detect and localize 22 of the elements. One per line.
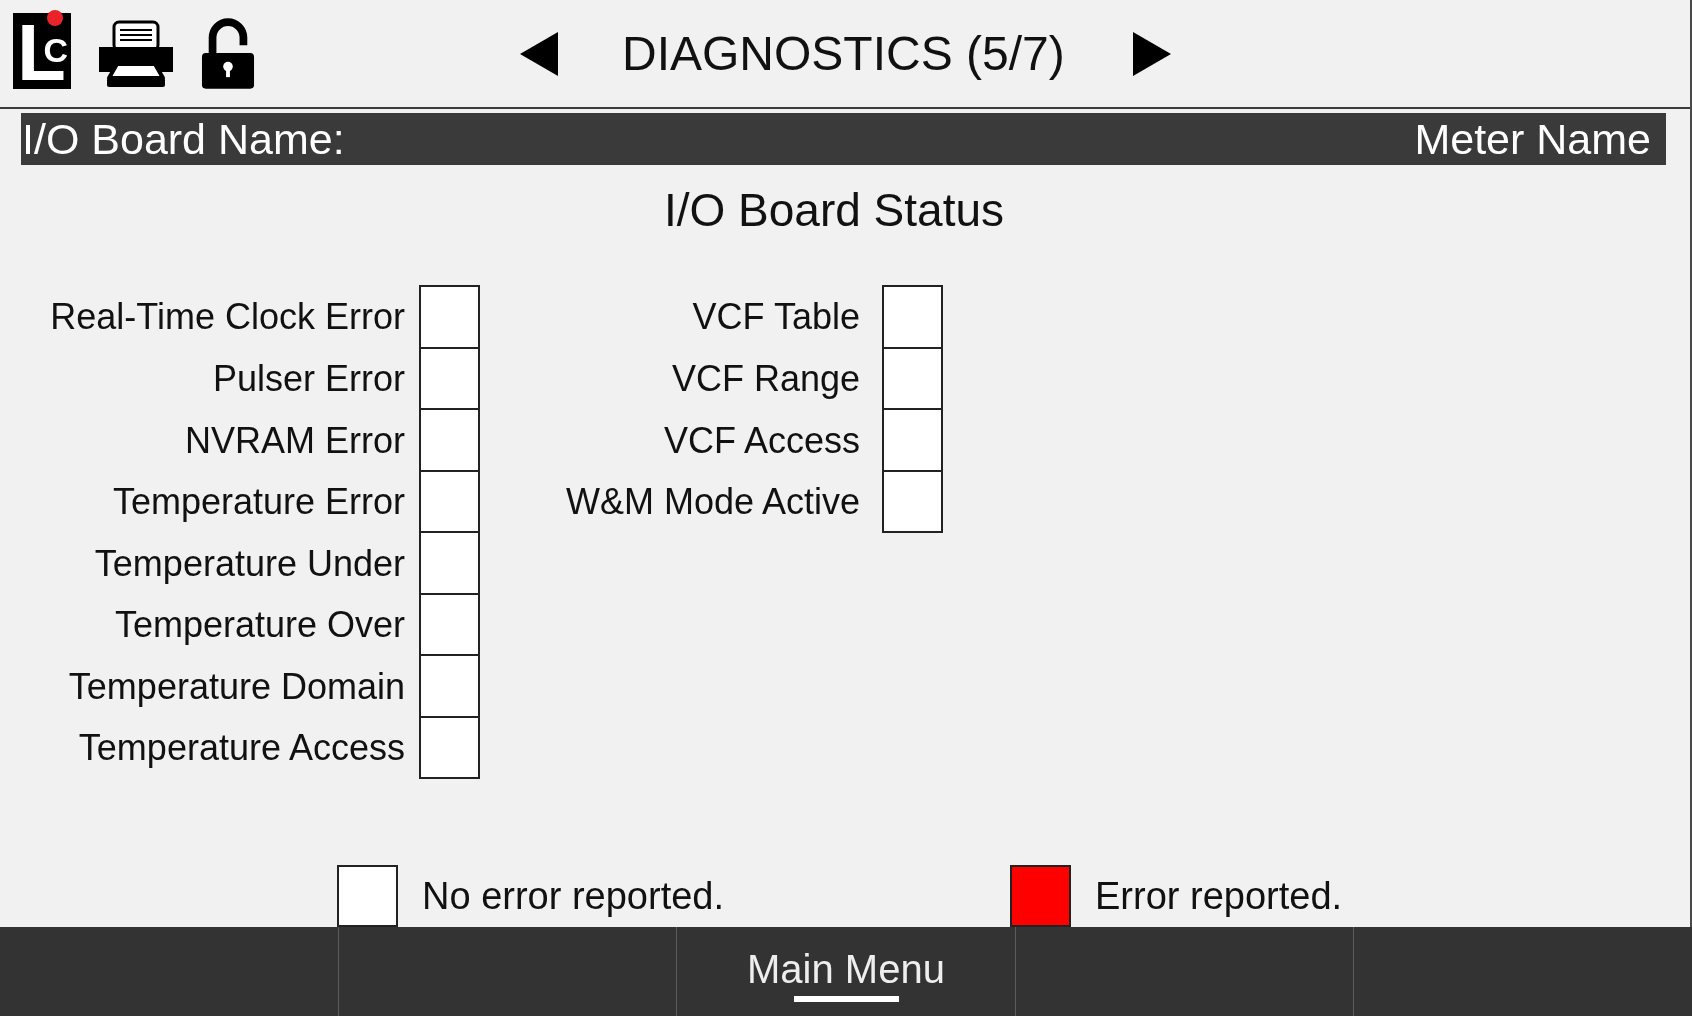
status-label: VCF Access (663, 419, 860, 462)
status-label: VCF Range (671, 358, 860, 401)
meter-name: Meter Name (1414, 114, 1651, 165)
legend-label: Error reported. (1095, 874, 1343, 918)
status-label: Pulser Error (212, 358, 405, 401)
printer-icon[interactable] (97, 19, 175, 88)
status-label: Temperature Access (78, 727, 405, 770)
padlock-icon[interactable] (201, 17, 255, 90)
status-label: W&M Mode Active (565, 481, 860, 524)
status-label: Temperature Over (114, 604, 405, 647)
page-title: DIAGNOSTICS (5/7) (622, 26, 1065, 81)
status-label: VCF Table (692, 295, 860, 338)
right-arrow-icon[interactable] (1130, 30, 1171, 77)
status-label: Temperature Under (94, 542, 405, 585)
status-label: Temperature Domain (68, 665, 405, 708)
left-arrow-icon[interactable] (520, 30, 560, 77)
section-title: I/O Board Status (663, 183, 1005, 237)
status-label: NVRAM Error (185, 419, 405, 462)
board-name-label: I/O Board Name: (22, 114, 345, 165)
status-label: Temperature Error (112, 481, 405, 524)
status-label: Real-Time Clock Error (50, 295, 405, 338)
legend-label: No error reported. (422, 874, 724, 918)
